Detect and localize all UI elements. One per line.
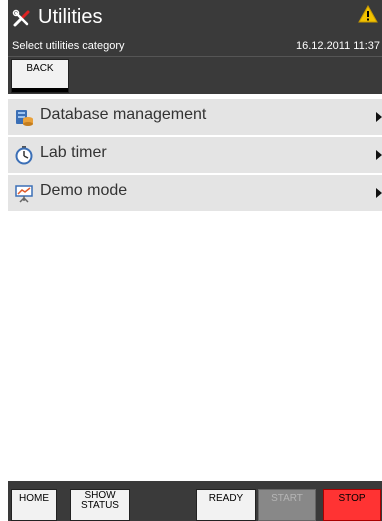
back-button[interactable]: BACK <box>11 59 69 93</box>
page-subtitle: Select utilities category <box>12 40 125 52</box>
home-button[interactable]: HOME <box>11 489 57 521</box>
chevron-right-icon <box>376 188 382 198</box>
menu-item-label: Database management <box>40 106 207 123</box>
menu-item-lab-timer[interactable]: Lab timer <box>8 137 382 175</box>
menu-item-label: Demo mode <box>40 182 128 199</box>
stop-button-label: STOP <box>338 493 366 504</box>
footer-bar: HOME SHOW STATUS READY START STOP <box>8 481 382 521</box>
menu-item-database-management[interactable]: Database management <box>8 99 382 137</box>
ready-button[interactable]: READY <box>196 489 256 521</box>
start-button[interactable]: START <box>258 489 316 521</box>
toolbar: BACK <box>8 56 382 94</box>
stop-button[interactable]: STOP <box>323 489 381 521</box>
show-status-button[interactable]: SHOW STATUS <box>70 489 130 521</box>
start-button-label: START <box>271 493 303 504</box>
database-icon <box>16 110 33 126</box>
utilities-category-list: Database management Lab timer Demo mode <box>8 99 382 213</box>
chevron-right-icon <box>376 112 382 122</box>
ready-button-label: READY <box>208 493 244 504</box>
header-bar: Utilities Select utilities category 16.1… <box>8 0 382 56</box>
warning-icon[interactable] <box>358 5 378 23</box>
tools-icon <box>12 9 30 27</box>
show-status-label-line2: STATUS <box>81 500 119 511</box>
datetime-display: 16.12.2011 11:37 <box>295 40 380 52</box>
stopwatch-icon <box>15 146 33 165</box>
menu-item-demo-mode[interactable]: Demo mode <box>8 175 382 213</box>
page-title: Utilities <box>38 6 103 28</box>
utilities-screen: Utilities Select utilities category 16.1… <box>8 0 382 521</box>
home-button-label: HOME <box>19 493 49 504</box>
chevron-right-icon <box>376 150 382 160</box>
presentation-icon <box>15 185 33 203</box>
menu-item-label: Lab timer <box>40 144 107 161</box>
